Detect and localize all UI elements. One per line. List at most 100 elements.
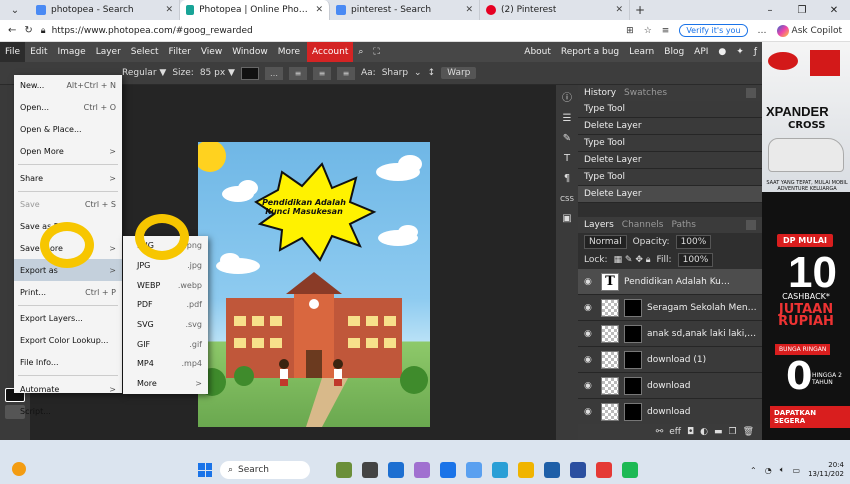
account-button[interactable]: Account — [307, 42, 354, 62]
app-icon[interactable] — [466, 462, 482, 478]
tab-channels[interactable]: Channels — [622, 220, 664, 230]
file-menu-item[interactable]: Script... — [14, 400, 122, 422]
history-item[interactable]: Delete Layer — [578, 118, 762, 135]
file-menu-item[interactable]: Export Layers... — [14, 308, 122, 330]
file-explorer-icon[interactable] — [518, 462, 534, 478]
mask-icon[interactable]: ◘ — [687, 427, 694, 437]
opacity-input[interactable]: 100% — [675, 235, 712, 249]
folder-icon[interactable]: ▬ — [714, 427, 723, 437]
export-format-item[interactable]: MP4 .mp4 — [123, 354, 208, 374]
visibility-eye-icon[interactable]: ◉ — [584, 407, 596, 417]
export-format-item[interactable]: GIF .gif — [123, 334, 208, 354]
battery-icon[interactable]: ▭ — [793, 466, 801, 475]
clock[interactable]: 20:4 13/11/202 — [808, 461, 844, 479]
history-item[interactable]: Delete Layer — [578, 152, 762, 169]
lock-icons[interactable]: ▦ ✎ ✥ 🔒︎ — [614, 255, 651, 265]
visibility-eye-icon[interactable]: ◉ — [584, 355, 596, 365]
effects-icon[interactable]: eff — [669, 427, 681, 437]
blend-mode-select[interactable]: Normal — [584, 235, 627, 249]
app-icon[interactable] — [388, 462, 404, 478]
refresh-icon[interactable]: ↻ — [24, 25, 32, 36]
css-icon[interactable]: CSS — [560, 193, 574, 205]
menu-learn[interactable]: Learn — [624, 42, 659, 62]
file-menu-item[interactable]: File Info... — [14, 352, 122, 374]
close-window-button[interactable]: ✕ — [818, 0, 850, 20]
file-menu-item[interactable]: Share > — [14, 167, 122, 189]
new-tab-button[interactable]: + — [630, 0, 650, 20]
history-item[interactable]: Type Tool — [578, 101, 762, 118]
menu-image[interactable]: Image — [53, 42, 91, 62]
trash-icon[interactable]: 🗑︎ — [743, 427, 754, 437]
weather-icon[interactable] — [12, 462, 26, 476]
start-button[interactable] — [198, 463, 212, 477]
align-right-icon[interactable]: ≡ — [336, 66, 355, 80]
tab-pinterest-search[interactable]: pinterest - Search ✕ — [330, 0, 480, 20]
app-icon[interactable] — [440, 462, 456, 478]
menu-window[interactable]: Window — [227, 42, 273, 62]
facebook-icon[interactable]: ƒ — [749, 42, 762, 62]
history-item[interactable]: Type Tool — [578, 169, 762, 186]
app-icon[interactable] — [596, 462, 612, 478]
tab-photopea-search[interactable]: photopea - Search ✕ — [30, 0, 180, 20]
tab-layers[interactable]: Layers — [584, 220, 614, 230]
tab-pinterest[interactable]: (2) Pinterest ✕ — [480, 0, 630, 20]
ad-cta-button[interactable]: DAPATKAN SEGERA — [770, 406, 850, 428]
image-icon[interactable]: ▣ — [560, 213, 574, 225]
document-canvas[interactable]: Pendidikan Adalah Kunci Masukesan — [198, 142, 430, 427]
task-view-icon[interactable] — [362, 462, 378, 478]
favorite-star-icon[interactable]: ☆ — [644, 26, 652, 36]
file-menu-item[interactable]: New... Alt+Ctrl + N — [14, 75, 122, 97]
taskbar-search[interactable]: ⌕ Search — [220, 461, 310, 479]
twitter-icon[interactable]: ✦ — [731, 42, 749, 62]
minimize-button[interactable]: – — [754, 0, 786, 20]
spotify-icon[interactable] — [622, 462, 638, 478]
paragraph-icon[interactable]: ¶ — [560, 173, 574, 185]
menu-report-bug[interactable]: Report a bug — [556, 42, 624, 62]
menu-blog[interactable]: Blog — [659, 42, 689, 62]
layer-row[interactable]: ◉ download (1) — [578, 347, 762, 373]
fill-input[interactable]: 100% — [677, 253, 714, 267]
font-style-select[interactable]: Regular ▼ — [122, 68, 166, 78]
close-tab-icon[interactable]: ✕ — [465, 5, 473, 15]
align-center-icon[interactable]: ≡ — [312, 66, 331, 80]
menu-select[interactable]: Select — [126, 42, 164, 62]
new-layer-icon[interactable]: ❐ — [728, 427, 736, 437]
visibility-eye-icon[interactable]: ◉ — [584, 329, 596, 339]
apps-grid-icon[interactable]: ⊞ — [626, 26, 634, 36]
warp-button[interactable]: Warp — [441, 67, 477, 79]
close-tab-icon[interactable]: ✕ — [315, 5, 323, 15]
reddit-icon[interactable]: ● — [713, 42, 731, 62]
tab-swatches[interactable]: Swatches — [624, 88, 667, 98]
menu-more[interactable]: More — [273, 42, 305, 62]
layer-row[interactable]: ◉ download — [578, 373, 762, 399]
file-menu-item[interactable]: Export Color Lookup... — [14, 330, 122, 352]
export-format-item[interactable]: More > — [123, 374, 208, 394]
layer-row[interactable]: ◉ download — [578, 399, 762, 425]
tab-history[interactable]: History — [584, 88, 616, 98]
export-format-item[interactable]: SVG .svg — [123, 315, 208, 335]
copilot-button[interactable]: Ask Copilot — [776, 24, 842, 37]
verify-profile-button[interactable]: Verify it's you — [679, 24, 748, 37]
edge-icon[interactable] — [492, 462, 508, 478]
layer-row[interactable]: ◉ T Pendidikan Adalah Kunci — [578, 269, 762, 295]
menu-layer[interactable]: Layer — [91, 42, 126, 62]
favorites-list-icon[interactable]: ≡ — [662, 26, 670, 36]
url-field[interactable]: 🔒︎ https://www.photopea.com/#goog_reward… — [41, 26, 561, 36]
network-icon[interactable]: ◔ — [765, 466, 772, 475]
visibility-eye-icon[interactable]: ◉ — [584, 381, 596, 391]
file-menu-item[interactable]: Open... Ctrl + O — [14, 97, 122, 119]
antialias-select[interactable]: Sharp — [382, 68, 408, 78]
brush-icon[interactable]: ✎ — [560, 133, 574, 145]
search-icon[interactable]: ⌕ — [353, 42, 368, 62]
visibility-eye-icon[interactable]: ◉ — [584, 277, 596, 287]
back-arrow-icon[interactable]: ← — [8, 25, 16, 36]
file-menu-item[interactable]: Print... Ctrl + P — [14, 281, 122, 303]
menu-filter[interactable]: Filter — [164, 42, 196, 62]
menu-file[interactable]: File — [0, 42, 26, 62]
visibility-eye-icon[interactable]: ◉ — [584, 303, 596, 313]
export-format-item[interactable]: PDF .pdf — [123, 295, 208, 315]
maximize-button[interactable]: ❐ — [786, 0, 818, 20]
file-menu-item[interactable]: Automate > — [14, 378, 122, 400]
layer-row[interactable]: ◉ Seragam Sekolah Meneg — [578, 295, 762, 321]
text-options-button[interactable]: … — [264, 66, 283, 80]
